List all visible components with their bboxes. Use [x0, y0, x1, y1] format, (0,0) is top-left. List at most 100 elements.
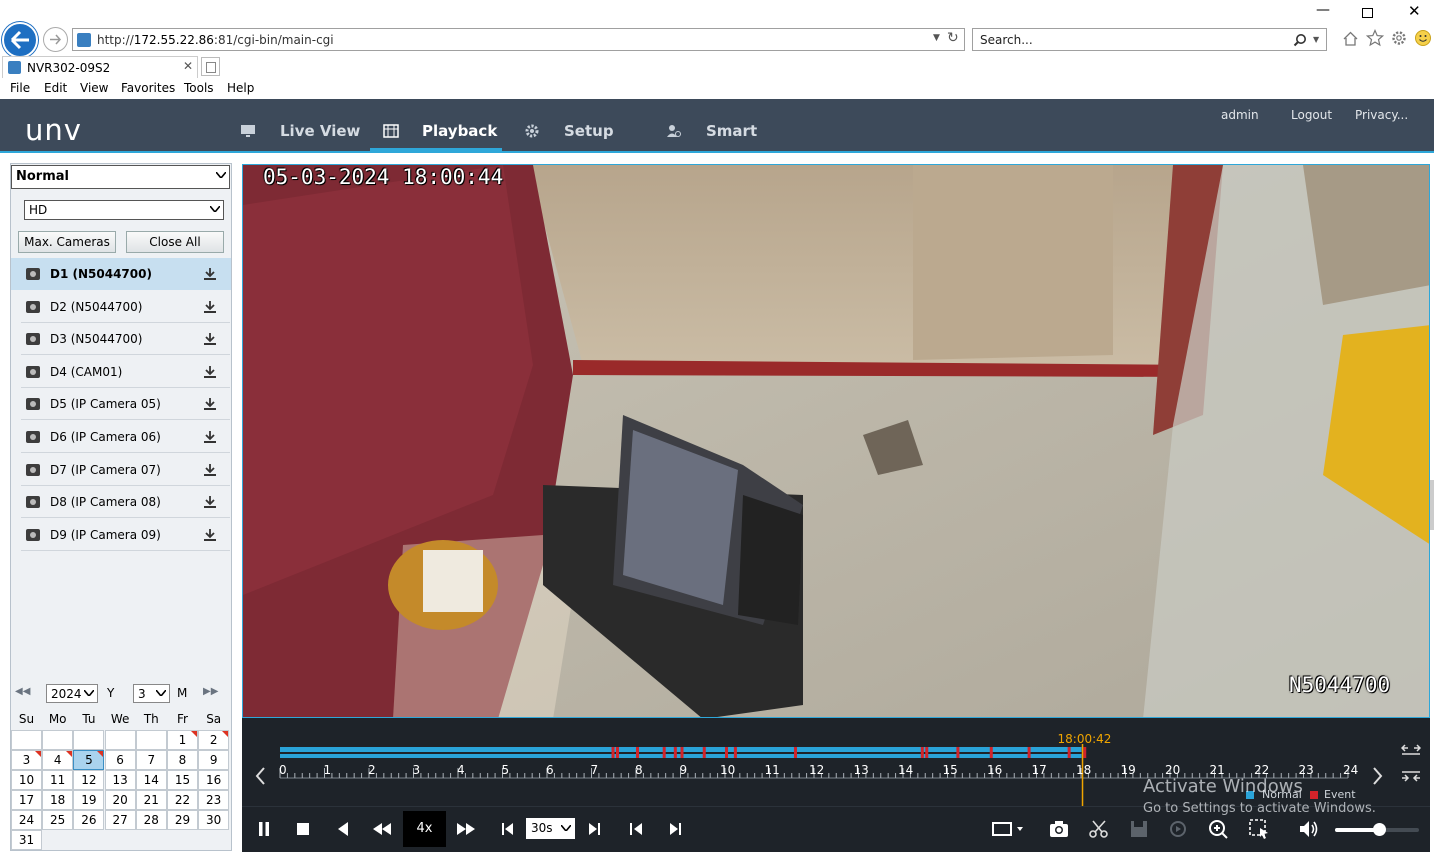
- logout-link[interactable]: Logout: [1291, 108, 1332, 122]
- volume-slider-knob[interactable]: [1372, 823, 1386, 836]
- page-scrollbar[interactable]: [1430, 480, 1434, 530]
- download-icon[interactable]: [203, 267, 217, 281]
- calendar-day[interactable]: 17: [11, 790, 42, 810]
- event-marker[interactable]: [793, 747, 797, 758]
- download-icon[interactable]: [203, 365, 217, 379]
- search-dropdown-icon[interactable]: ▼: [1313, 35, 1319, 44]
- zoom-out-timeline-icon[interactable]: [1401, 744, 1421, 758]
- calendar-day[interactable]: 2: [198, 730, 230, 750]
- camera-list-item[interactable]: D8 (IP Camera 08): [21, 486, 230, 519]
- home-icon[interactable]: [1342, 30, 1359, 47]
- event-marker[interactable]: [1027, 747, 1031, 758]
- volume-slider[interactable]: [1335, 823, 1419, 836]
- forward-button[interactable]: [43, 27, 68, 52]
- skip-back-icon[interactable]: [496, 817, 520, 841]
- roi-select-icon[interactable]: [1247, 817, 1271, 841]
- video-window[interactable]: 05-03-2024 18:00:44 N5044700: [242, 164, 1430, 718]
- event-marker[interactable]: [615, 747, 619, 758]
- calendar-day[interactable]: 27: [104, 810, 136, 830]
- calendar-day[interactable]: 1: [167, 730, 198, 750]
- event-marker[interactable]: [925, 747, 929, 758]
- download-icon[interactable]: [203, 495, 217, 509]
- fast-forward-icon[interactable]: [454, 817, 478, 841]
- event-marker[interactable]: [636, 747, 639, 758]
- menu-edit[interactable]: Edit: [44, 81, 67, 95]
- calendar-day[interactable]: 29: [167, 810, 198, 830]
- snapshot-camera-icon[interactable]: [1047, 817, 1071, 841]
- calendar-day[interactable]: 23: [198, 790, 230, 810]
- event-marker[interactable]: [662, 747, 666, 758]
- digital-zoom-icon[interactable]: [1206, 817, 1230, 841]
- zoom-in-timeline-icon[interactable]: [1401, 768, 1421, 782]
- next-year-icon[interactable]: ▶▶: [203, 686, 218, 697]
- previous-frame-icon[interactable]: [624, 817, 648, 841]
- smiley-icon[interactable]: [1414, 29, 1432, 47]
- calendar-day[interactable]: 19: [73, 790, 105, 810]
- event-marker[interactable]: [702, 747, 706, 758]
- calendar-day[interactable]: 13: [104, 770, 136, 790]
- prev-year-icon[interactable]: ◀◀: [15, 686, 30, 697]
- save-clip-icon[interactable]: [1127, 817, 1151, 841]
- camera-list-item[interactable]: D7 (IP Camera 07): [21, 454, 230, 486]
- event-marker[interactable]: [673, 747, 677, 758]
- event-marker[interactable]: [725, 747, 728, 758]
- calendar-day[interactable]: 30: [198, 810, 230, 830]
- event-marker[interactable]: [989, 747, 993, 758]
- restore-icon[interactable]: [1362, 8, 1373, 18]
- stream-select[interactable]: HD: [24, 200, 224, 220]
- event-marker[interactable]: [680, 747, 684, 758]
- download-icon[interactable]: [203, 332, 217, 346]
- camera-list-item[interactable]: D6 (IP Camera 06): [21, 421, 230, 453]
- volume-icon[interactable]: [1297, 817, 1321, 841]
- event-marker[interactable]: [1067, 747, 1071, 758]
- menu-file[interactable]: File: [10, 81, 30, 95]
- calendar-day[interactable]: 25: [42, 810, 74, 830]
- calendar-day[interactable]: 24: [11, 810, 42, 830]
- reverse-play-icon[interactable]: [331, 817, 355, 841]
- calendar-day[interactable]: 20: [104, 790, 136, 810]
- event-marker[interactable]: [611, 747, 615, 758]
- back-button[interactable]: [2, 22, 38, 58]
- search-icon[interactable]: [1293, 33, 1307, 47]
- menu-view[interactable]: View: [80, 81, 108, 95]
- calendar-day[interactable]: 28: [135, 810, 167, 830]
- close-all-button[interactable]: Close All: [126, 231, 224, 253]
- mode-select[interactable]: Normal: [11, 165, 230, 189]
- pause-icon[interactable]: [252, 817, 276, 841]
- nav-live-view[interactable]: Live View: [240, 99, 360, 151]
- calendar-day[interactable]: 9: [198, 750, 230, 770]
- nav-smart[interactable]: Smart: [666, 99, 766, 151]
- nav-playback[interactable]: Playback: [370, 99, 502, 151]
- tab-close-icon[interactable]: ✕: [183, 59, 193, 73]
- download-icon[interactable]: [203, 463, 217, 477]
- max-cameras-button[interactable]: Max. Cameras: [18, 231, 116, 253]
- calendar-day[interactable]: 7: [135, 750, 167, 770]
- minimize-icon[interactable]: —: [1316, 2, 1330, 18]
- calendar-day[interactable]: 12: [73, 770, 105, 790]
- download-icon[interactable]: [203, 430, 217, 444]
- camera-list-item[interactable]: D3 (N5044700): [21, 323, 230, 356]
- calendar-day[interactable]: 10: [11, 770, 42, 790]
- download-icon[interactable]: [203, 528, 217, 542]
- next-frame-icon[interactable]: [663, 817, 687, 841]
- window-layout-icon[interactable]: [990, 817, 1028, 841]
- nav-setup[interactable]: Setup: [524, 99, 624, 151]
- slow-down-icon[interactable]: [370, 817, 394, 841]
- privacy-link[interactable]: Privacy...: [1355, 108, 1408, 122]
- calendar-day[interactable]: 22: [167, 790, 198, 810]
- calendar-day[interactable]: 5: [73, 750, 105, 770]
- calendar-day[interactable]: 11: [42, 770, 74, 790]
- calendar-day[interactable]: 14: [135, 770, 167, 790]
- camera-list-item[interactable]: D9 (IP Camera 09): [21, 519, 230, 551]
- event-marker[interactable]: [1083, 747, 1087, 758]
- close-icon[interactable]: ✕: [1408, 2, 1421, 20]
- settings-gear-icon[interactable]: [1390, 29, 1408, 47]
- camera-list-item[interactable]: D1 (N5044700): [11, 258, 231, 290]
- event-marker[interactable]: [920, 747, 924, 758]
- url-dropdown-icon[interactable]: ▼: [933, 33, 940, 43]
- camera-list-item[interactable]: D5 (IP Camera 05): [21, 388, 230, 421]
- calendar-day[interactable]: 16: [198, 770, 230, 790]
- refresh-icon[interactable]: ↻: [947, 30, 959, 46]
- year-select[interactable]: 2024: [46, 684, 98, 703]
- favorites-star-icon[interactable]: [1366, 29, 1384, 47]
